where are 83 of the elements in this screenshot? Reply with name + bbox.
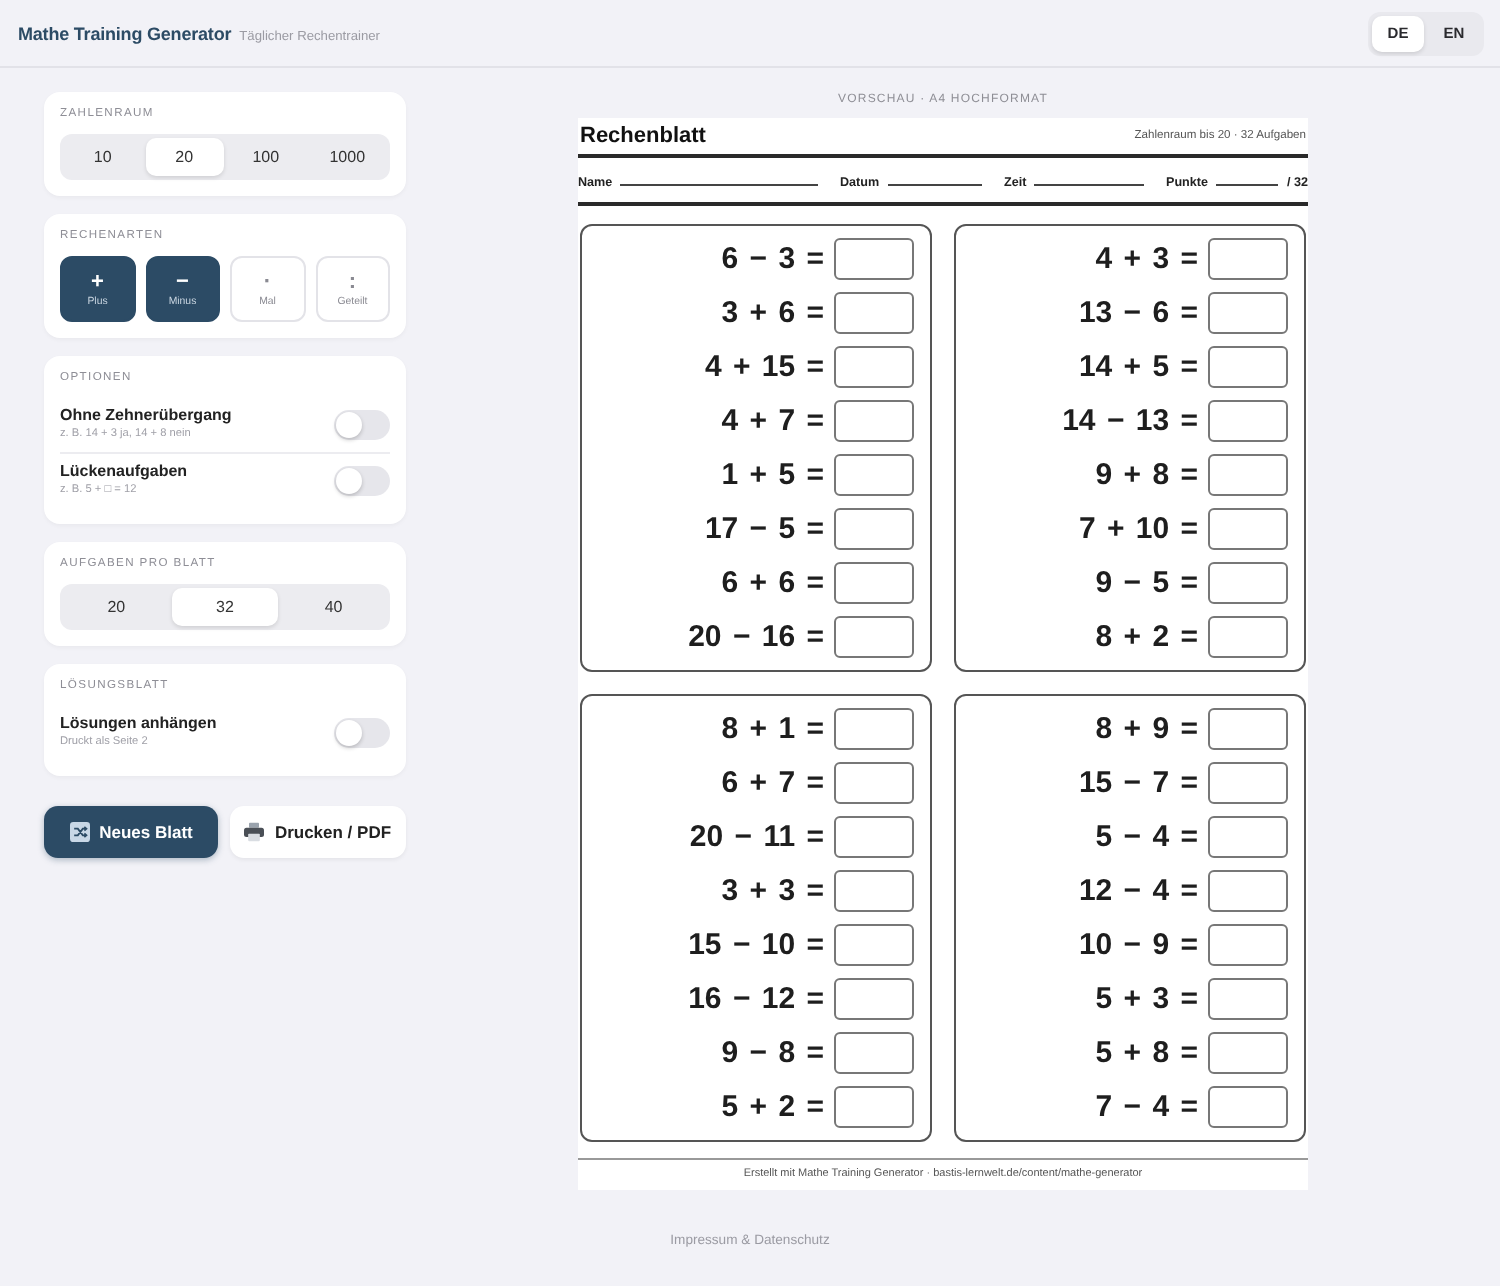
- toggle-switch[interactable]: [334, 717, 390, 747]
- math-problem: 9 − 8 =: [721, 1036, 824, 1070]
- math-problem: 5 + 8 =: [1095, 1036, 1198, 1070]
- math-problem: 9 + 8 =: [1095, 458, 1198, 492]
- math-problem: 5 − 4 =: [1095, 820, 1198, 854]
- print-button[interactable]: Drucken / PDF: [230, 806, 406, 858]
- math-problem: 10 − 9 =: [1078, 928, 1198, 962]
- app-title: Mathe Training Generator: [18, 23, 232, 43]
- answer-box[interactable]: [1208, 454, 1288, 496]
- math-problem: 6 + 6 =: [721, 566, 824, 600]
- answer-box[interactable]: [834, 708, 914, 750]
- answer-box[interactable]: [834, 292, 914, 334]
- math-problem: 20 − 11 =: [689, 820, 824, 854]
- option-label: Ohne Zehnerübergang: [60, 406, 232, 426]
- answer-box[interactable]: [1208, 1086, 1288, 1128]
- segment-option[interactable]: 20: [64, 588, 169, 626]
- answer-box[interactable]: [834, 816, 914, 858]
- math-problem: 15 − 10 =: [688, 928, 824, 962]
- answer-box[interactable]: [834, 508, 914, 550]
- answer-box[interactable]: [1208, 924, 1288, 966]
- answer-box[interactable]: [1208, 616, 1288, 658]
- toggle-switch[interactable]: [334, 465, 390, 495]
- answer-box[interactable]: [1208, 562, 1288, 604]
- answer-box[interactable]: [834, 454, 914, 496]
- answer-box[interactable]: [1208, 816, 1288, 858]
- math-problem: 20 − 16 =: [688, 620, 824, 654]
- math-problem: 7 − 4 =: [1095, 1090, 1198, 1124]
- answer-box[interactable]: [1208, 870, 1288, 912]
- math-problem: 7 + 10 =: [1078, 512, 1198, 546]
- math-problem: 4 + 3 =: [1095, 242, 1198, 276]
- answer-box[interactable]: [1208, 238, 1288, 280]
- segment-option[interactable]: 40: [281, 588, 386, 626]
- math-problem: 4 + 7 =: [721, 404, 824, 438]
- answer-box[interactable]: [834, 562, 914, 604]
- segment-option[interactable]: 32: [172, 588, 278, 626]
- math-problem: 9 − 5 =: [1095, 566, 1198, 600]
- answer-box[interactable]: [834, 1032, 914, 1074]
- math-problem: 5 + 2 =: [721, 1090, 824, 1124]
- option-label: Lösungen anhängen: [60, 714, 217, 734]
- answer-box[interactable]: [834, 1086, 914, 1128]
- math-problem: 14 − 13 =: [1062, 404, 1198, 438]
- answer-box[interactable]: [834, 924, 914, 966]
- math-problem: 3 + 6 =: [721, 296, 824, 330]
- math-problem: 12 − 4 =: [1078, 874, 1198, 908]
- answer-box[interactable]: [1208, 400, 1288, 442]
- segment-option[interactable]: 100: [227, 138, 305, 176]
- answer-box[interactable]: [834, 616, 914, 658]
- math-problem: 8 + 9 =: [1095, 712, 1198, 746]
- answer-box[interactable]: [1208, 708, 1288, 750]
- answer-box[interactable]: [1208, 1032, 1288, 1074]
- math-problem: 14 + 5 =: [1078, 350, 1198, 384]
- printer-icon: [244, 822, 265, 842]
- answer-box[interactable]: [1208, 978, 1288, 1020]
- math-problem: 8 + 2 =: [1095, 620, 1198, 654]
- worksheet-title: Rechenblatt: [580, 124, 706, 148]
- answer-box[interactable]: [1208, 292, 1288, 334]
- segment-option[interactable]: 20: [145, 138, 223, 176]
- math-problem: 3 + 3 =: [721, 874, 824, 908]
- math-problem: 5 + 3 =: [1095, 982, 1198, 1016]
- answer-box[interactable]: [1208, 508, 1288, 550]
- math-problem: 17 − 5 =: [704, 512, 824, 546]
- segment-option[interactable]: 10: [64, 138, 142, 176]
- new-sheet-button[interactable]: Neues Blatt: [44, 806, 218, 858]
- math-problem: 4 + 15 =: [704, 350, 824, 384]
- answer-box[interactable]: [1208, 346, 1288, 388]
- math-problem: 6 + 7 =: [721, 766, 824, 800]
- shuffle-icon: [69, 822, 90, 842]
- option-label: Lückenaufgaben: [60, 462, 188, 482]
- answer-box[interactable]: [834, 978, 914, 1020]
- segment-option[interactable]: 1000: [308, 138, 386, 176]
- answer-box[interactable]: [834, 238, 914, 280]
- answer-box[interactable]: [834, 762, 914, 804]
- toggle-switch[interactable]: [334, 409, 390, 439]
- math-problem: 15 − 7 =: [1078, 766, 1198, 800]
- math-problem: 16 − 12 =: [688, 982, 824, 1016]
- answer-box[interactable]: [834, 346, 914, 388]
- math-problem: 8 + 1 =: [721, 712, 824, 746]
- answer-box[interactable]: [1208, 762, 1288, 804]
- answer-box[interactable]: [834, 400, 914, 442]
- math-problem: 1 + 5 =: [721, 458, 824, 492]
- answer-box[interactable]: [834, 870, 914, 912]
- math-problem: 13 − 6 =: [1078, 296, 1198, 330]
- math-problem: 6 − 3 =: [721, 242, 824, 276]
